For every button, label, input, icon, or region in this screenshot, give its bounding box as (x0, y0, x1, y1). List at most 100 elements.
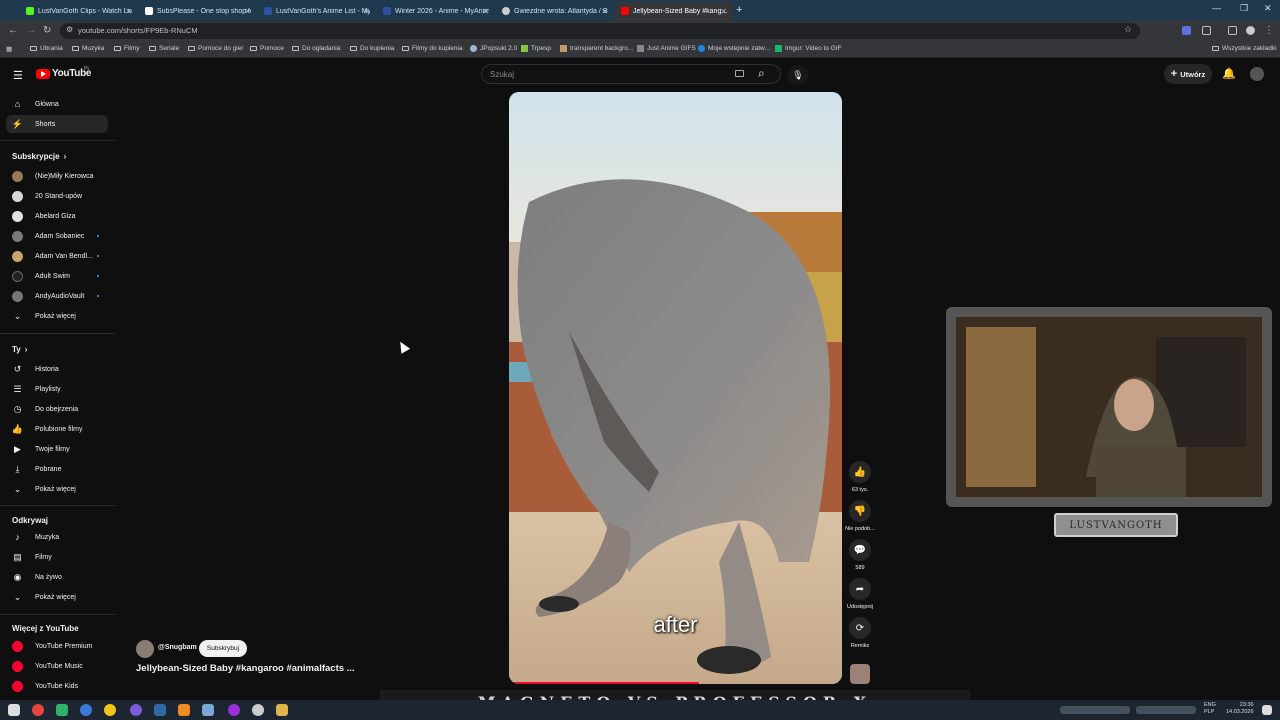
chrome-icon[interactable] (32, 704, 44, 716)
subscription-item[interactable]: Adam Sobaniec (6, 227, 108, 245)
account-avatar[interactable] (1250, 67, 1264, 81)
extensions-puzzle-icon[interactable] (1202, 26, 1211, 35)
bookmark-folder[interactable]: Do kupienia (350, 45, 394, 52)
all-bookmarks[interactable]: Wszystkie zakładki (1212, 45, 1277, 52)
microphone-icon[interactable]: 🎙 (788, 65, 808, 85)
bookmark-folder[interactable]: Filmy do kupienia (402, 45, 463, 52)
bookmark-folder[interactable]: Muzyka (72, 45, 104, 52)
keyboard-icon[interactable] (735, 70, 744, 77)
hamburger-menu-icon[interactable]: ☰ (13, 69, 23, 82)
sidebar-item-show-more[interactable]: ⌄ Pokaż więcej (6, 480, 108, 498)
sidebar-item-music[interactable]: ♪ Muzyka (6, 528, 108, 546)
app-icon[interactable] (154, 704, 166, 716)
sidebar-item-youtube-kids[interactable]: YouTube Kids (6, 677, 108, 695)
back-button[interactable]: ← (8, 25, 18, 36)
browser-tab[interactable]: LustVanGoth Clips - Watch Liv... ✕ (20, 2, 138, 20)
dislike-button[interactable]: 👎 Nie podob... (844, 500, 876, 532)
system-tray-icons[interactable] (1060, 706, 1130, 714)
bookmark-link[interactable]: Moje wstepnie zatw... (698, 45, 770, 52)
input-language[interactable]: ENG PLP (1204, 702, 1216, 716)
notifications-bell-icon[interactable]: 🔔 (1222, 67, 1236, 80)
subscriptions-header[interactable]: Subskrypcje › (12, 152, 66, 161)
bookmark-folder[interactable]: Seriale (149, 45, 179, 52)
app-icon[interactable] (252, 704, 264, 716)
address-bar[interactable]: ⚙ youtube.com/shorts/FP9Eb-RNuCM ☆ (60, 23, 1140, 39)
channel-name[interactable]: @Snugbam (158, 644, 197, 651)
comments-button[interactable]: 💬 589 (844, 539, 876, 571)
search-input[interactable]: Szukaj (481, 64, 781, 84)
create-button[interactable]: + Utwórz (1164, 64, 1212, 84)
new-tab-button[interactable]: + (736, 4, 742, 16)
app-icon[interactable] (104, 704, 116, 716)
close-icon[interactable]: ✕ (601, 7, 608, 16)
sidebar-item-shorts[interactable]: ⚡ Shorts (6, 115, 108, 133)
notification-center-icon[interactable] (1262, 705, 1272, 715)
like-button[interactable]: 👍 63 tys. (844, 461, 876, 493)
share-button[interactable]: ➦ Udostępnij (844, 578, 876, 610)
subscription-item[interactable]: 20 Stand-upów (6, 187, 108, 205)
sidebar-item-movies[interactable]: ▤ Filmy (6, 548, 108, 566)
browser-tab[interactable]: SubsPlease - One stop shop fo... ✕ (139, 2, 257, 20)
subscription-item[interactable]: Adult Swim (6, 267, 108, 285)
sidebar-item-liked[interactable]: 👍 Polubione filmy (6, 420, 108, 438)
close-icon[interactable]: ✕ (244, 7, 251, 16)
apps-icon[interactable]: ▦ (6, 45, 12, 53)
close-icon[interactable]: ✕ (482, 7, 489, 16)
bookmark-star-icon[interactable]: ☆ (1124, 24, 1132, 35)
close-icon[interactable]: ✕ (363, 7, 370, 16)
site-info-icon[interactable]: ⚙ (66, 25, 73, 34)
audio-thumbnail[interactable] (850, 664, 870, 684)
menu-icon[interactable]: ⋮ (1264, 25, 1274, 36)
short-video-player[interactable]: after (509, 92, 842, 684)
extension-icon[interactable] (1182, 26, 1191, 35)
obs-icon[interactable] (130, 704, 142, 716)
browser-tab-active[interactable]: Jellybean-Sized Baby #kang... ✕ (615, 2, 733, 20)
profile-avatar[interactable] (1246, 26, 1255, 35)
bookmark-link[interactable]: JPopsuki 2.0 (470, 45, 517, 52)
bookmark-folder[interactable]: Filmy (114, 45, 140, 52)
sidebar-item-history[interactable]: ↺ Historia (6, 360, 108, 378)
app-icon[interactable] (56, 704, 68, 716)
channel-avatar[interactable] (136, 640, 154, 658)
app-icon[interactable] (228, 704, 240, 716)
bookmark-folder[interactable]: Pomoce do gier (188, 45, 244, 52)
clock[interactable]: 23:36 14.03.2026 (1226, 702, 1254, 716)
downloads-icon[interactable] (1228, 26, 1237, 35)
bookmark-folder[interactable]: Do ogladania (292, 45, 340, 52)
subscription-item[interactable]: Abelard Giza (6, 207, 108, 225)
start-icon[interactable] (8, 704, 20, 716)
subscription-item[interactable]: Adam Van Bendl... (6, 247, 108, 265)
file-explorer-icon[interactable] (276, 704, 288, 716)
tray-status-icons[interactable] (1136, 706, 1196, 714)
remix-button[interactable]: ⟳ Remiks (844, 617, 876, 649)
sidebar-item-show-more[interactable]: ⌄ Pokaż więcej (6, 588, 108, 606)
forward-button[interactable]: → (26, 25, 36, 36)
subscription-item[interactable]: AndyAudioVault (6, 287, 108, 305)
sidebar-item-youtube-premium[interactable]: YouTube Premium (6, 637, 108, 655)
steam-icon[interactable] (202, 704, 214, 716)
subscribe-button[interactable]: Subskrybuj (199, 640, 247, 657)
sidebar-item-watch-later[interactable]: ◷ Do obejrzenia (6, 400, 108, 418)
bookmark-folder[interactable]: Ubrania (30, 45, 63, 52)
minimize-button[interactable]: — (1212, 3, 1221, 13)
vlc-icon[interactable] (178, 704, 190, 716)
show-more-subscriptions[interactable]: ⌄ Pokaż więcej (6, 307, 108, 325)
browser-tab[interactable]: Winter 2026 - Anime - MyAnim... ✕ (377, 2, 495, 20)
app-icon[interactable] (80, 704, 92, 716)
bookmark-link[interactable]: Imgur: Video to GIF (775, 45, 842, 52)
close-icon[interactable]: ✕ (125, 7, 132, 16)
search-icon[interactable]: ⌕ (758, 66, 765, 81)
sidebar-item-home[interactable]: ⌂ Główna (6, 95, 108, 113)
bookmark-link[interactable]: Trpesp (521, 45, 551, 52)
browser-tab[interactable]: LustVanGoth's Anime List - My... ✕ (258, 2, 376, 20)
subscription-item[interactable]: (Nie)Miły Kierowca (6, 167, 108, 185)
browser-tab[interactable]: Gwiezdne wrota: Atlantyda / Su... ✕ (496, 2, 614, 20)
sidebar-item-youtube-music[interactable]: YouTube Music (6, 657, 108, 675)
video-progress-bar[interactable] (509, 682, 699, 684)
close-icon[interactable]: ✕ (720, 7, 727, 16)
sidebar-item-live[interactable]: ◉ Na żywo (6, 568, 108, 586)
bookmark-folder[interactable]: Pomoce (250, 45, 284, 52)
sidebar-item-downloads[interactable]: ⤓ Pobrane (6, 460, 108, 478)
maximize-button[interactable]: ❐ (1240, 3, 1248, 14)
video-title[interactable]: Jellybean-Sized Baby #kangaroo #animalfa… (136, 663, 355, 674)
